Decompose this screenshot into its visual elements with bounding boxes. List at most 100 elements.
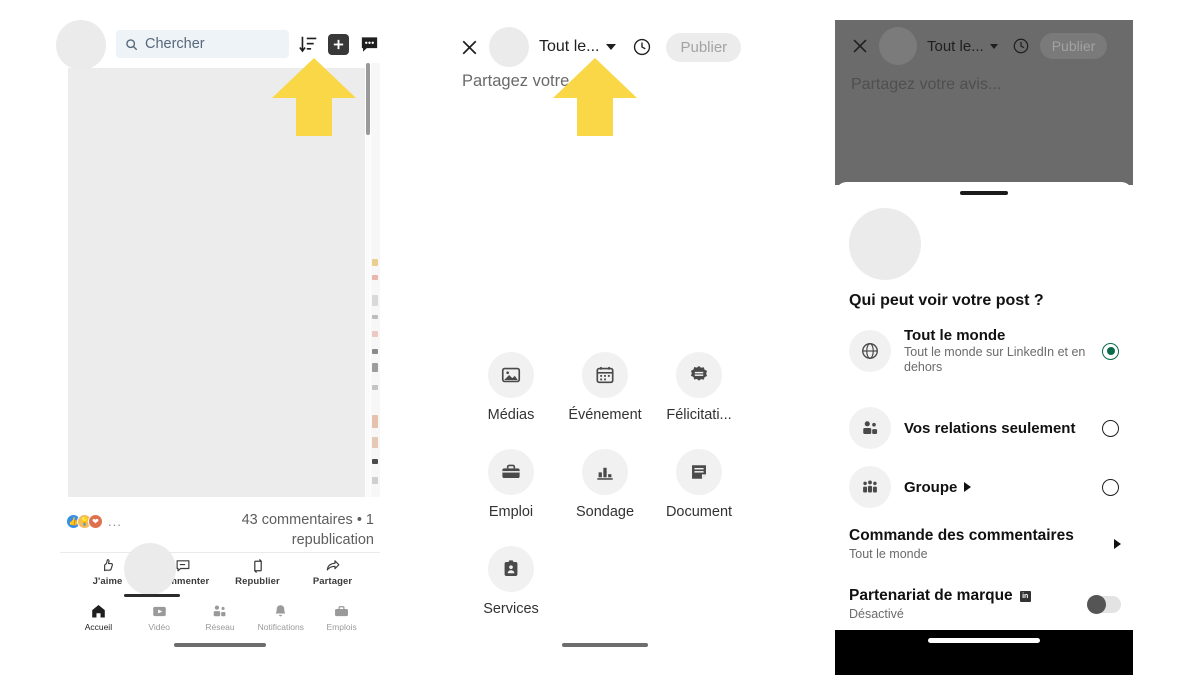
sort-icon — [299, 36, 317, 52]
option-services[interactable]: Services — [464, 546, 558, 617]
composer-text-input: Partagez votre avis... — [851, 76, 1002, 93]
audience-option-everyone[interactable]: Tout le monde Tout le monde sur LinkedIn… — [849, 327, 1119, 375]
option-label-evenement: Événement — [568, 407, 642, 423]
messaging-button[interactable] — [359, 34, 380, 55]
setting-subtitle: Désactivé — [849, 607, 904, 621]
comment-icon — [176, 560, 189, 572]
sheet-title: Qui peut voir votre post ? — [849, 292, 1044, 309]
home-indicator — [174, 643, 266, 647]
network-icon — [214, 605, 226, 617]
option-emploi[interactable]: Emploi — [464, 449, 558, 520]
avatar[interactable] — [489, 27, 529, 67]
bottom-sheet: Qui peut voir votre post ? Tout le monde… — [835, 182, 1133, 630]
nav-item-emplois[interactable]: Emplois — [311, 603, 372, 632]
avatar — [849, 208, 921, 280]
option-title-text: Groupe — [904, 478, 958, 496]
home-indicator — [928, 638, 1040, 643]
chevron-right-icon[interactable] — [964, 482, 972, 492]
option-label-emploi: Emploi — [488, 504, 534, 520]
overlapping-indicator — [124, 594, 180, 597]
chevron-right-icon[interactable] — [1114, 539, 1121, 549]
drag-handle[interactable] — [960, 191, 1008, 195]
close-icon[interactable] — [851, 37, 869, 55]
arrow-pointing-to-audience-selector — [553, 58, 637, 136]
linkedin-badge-icon: in — [1019, 590, 1031, 602]
reaction-love-icon: ❤ — [88, 514, 103, 529]
setting-text: Partenariat de marque in Désactivé — [849, 587, 1031, 621]
reaction-badges[interactable]: 👍 💡 ❤ ... — [66, 508, 122, 529]
document-icon — [676, 449, 722, 495]
dimmed-composer-scrim: Tout le... Publier Partagez votre avis..… — [835, 20, 1133, 185]
publish-button[interactable]: Publier — [1039, 33, 1108, 59]
audience-label: Tout le... — [539, 38, 600, 55]
setting-brand-partnership[interactable]: Partenariat de marque in Désactivé — [849, 587, 1121, 621]
radio-everyone[interactable] — [1102, 342, 1119, 360]
repost-icon — [253, 558, 262, 574]
setting-comment-control[interactable]: Commande des commentaires Tout le monde — [849, 527, 1121, 561]
connections-icon — [849, 407, 891, 449]
arrow-pointing-to-plus-button — [272, 58, 356, 136]
nav-label-video: Vidéo — [148, 622, 170, 632]
poll-icon — [582, 449, 628, 495]
radio-connections[interactable] — [1102, 419, 1119, 437]
close-icon[interactable] — [460, 38, 479, 57]
option-title: Tout le monde — [904, 327, 1006, 344]
publish-button[interactable]: Publier — [666, 32, 742, 62]
calendar-icon — [582, 352, 628, 398]
avatar[interactable] — [56, 20, 106, 70]
nav-item-reseau[interactable]: Réseau — [190, 603, 251, 632]
nav-item-accueil[interactable]: Accueil — [68, 603, 129, 632]
share-label: Partager — [312, 576, 353, 587]
option-label-sondage: Sondage — [575, 504, 635, 520]
audience-selector[interactable]: Tout le... — [927, 38, 998, 55]
option-text: Groupe — [904, 479, 1089, 496]
chevron-down-icon — [989, 43, 998, 49]
radio-group[interactable] — [1102, 478, 1119, 496]
overlapping-avatar[interactable] — [124, 543, 176, 595]
option-text: Tout le monde Tout le monde sur LinkedIn… — [904, 327, 1089, 375]
audience-option-connections[interactable]: Vos relations seulement — [849, 407, 1119, 449]
repost-button[interactable]: Republier — [220, 558, 295, 587]
nav-label-notifications: Notifications — [257, 622, 304, 632]
option-evenement[interactable]: Événement — [558, 352, 652, 423]
briefcase-icon — [488, 449, 534, 495]
nav-label-reseau: Réseau — [205, 622, 235, 632]
brand-partnership-toggle[interactable] — [1087, 594, 1121, 614]
home-indicator — [562, 643, 648, 647]
reactions-more: ... — [108, 514, 122, 529]
globe-icon — [849, 330, 891, 372]
sort-button[interactable] — [299, 35, 318, 54]
search-input[interactable]: Chercher — [116, 30, 289, 58]
clock-icon[interactable] — [632, 37, 652, 57]
share-button[interactable]: Partager — [295, 558, 370, 587]
audience-sheet-panel: Tout le... Publier Partagez votre avis..… — [835, 0, 1133, 675]
home-icon — [92, 605, 105, 618]
composer-options-grid: Médias Événement Félicitati... Emploi So… — [440, 352, 770, 617]
celebrate-icon — [676, 352, 722, 398]
nav-item-video[interactable]: Vidéo — [129, 603, 190, 632]
search-icon — [126, 38, 138, 50]
option-felicitations[interactable]: Félicitati... — [652, 352, 746, 423]
option-document[interactable]: Document — [652, 449, 746, 520]
nav-item-notifications[interactable]: Notifications — [250, 603, 311, 632]
option-label-services: Services — [483, 601, 539, 617]
bottom-navigation: Accueil Vidéo Réseau Notifications Emplo… — [60, 600, 380, 640]
create-post-button[interactable] — [328, 33, 349, 55]
clock-icon[interactable] — [1012, 37, 1030, 55]
audience-option-group[interactable]: Groupe — [849, 466, 1119, 508]
setting-text: Commande des commentaires Tout le monde — [849, 527, 1074, 561]
nav-label-emplois: Emplois — [326, 622, 357, 632]
post-counts[interactable]: 43 commentaires • 1 republication — [184, 508, 374, 550]
option-sondage[interactable]: Sondage — [558, 449, 652, 520]
audience-selector[interactable]: Tout le... — [539, 38, 617, 56]
bell-icon — [276, 605, 286, 617]
option-medias[interactable]: Médias — [464, 352, 558, 423]
setting-subtitle: Tout le monde — [849, 547, 928, 561]
image-icon — [488, 352, 534, 398]
group-icon — [849, 466, 891, 508]
scrollbar-thumb[interactable] — [366, 63, 370, 135]
option-label-document: Document — [665, 504, 733, 520]
search-placeholder: Chercher — [145, 36, 205, 52]
video-icon — [152, 606, 166, 617]
option-title: Groupe — [904, 479, 1089, 496]
